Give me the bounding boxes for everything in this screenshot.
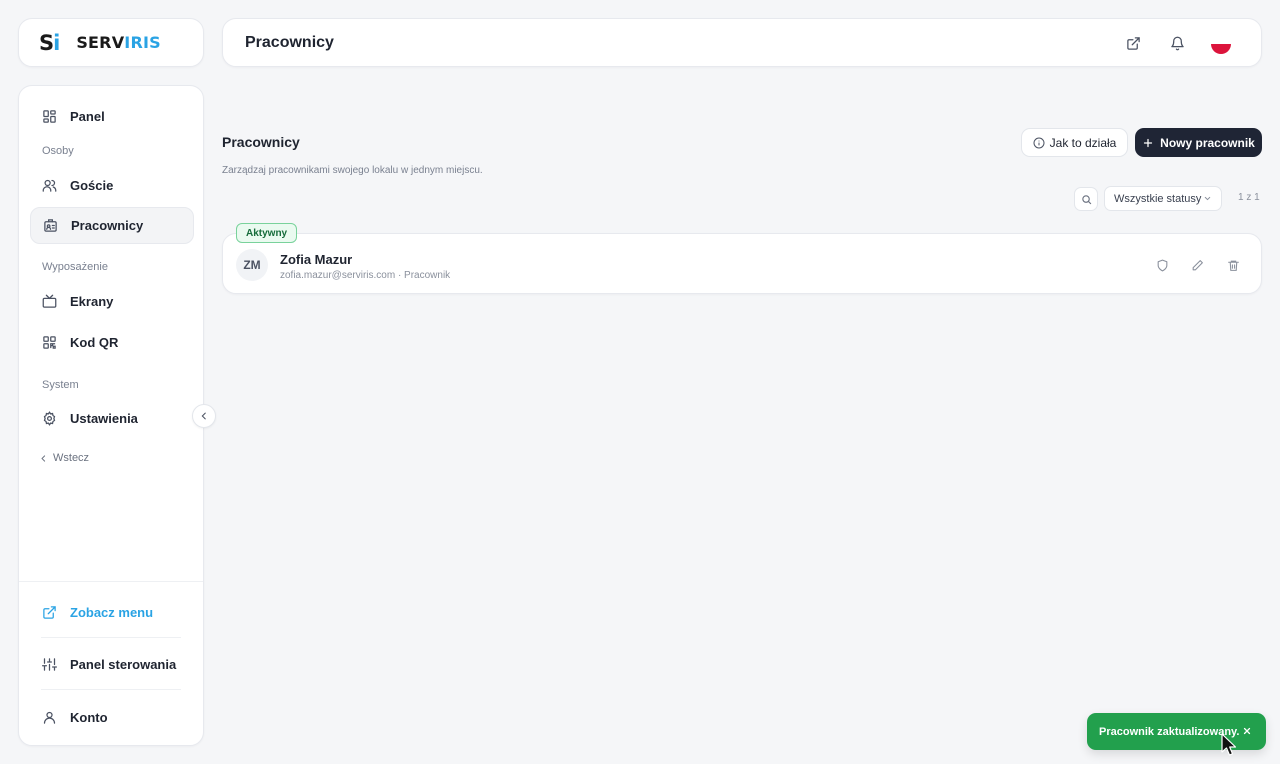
sidebar-divider bbox=[19, 581, 203, 582]
back-link-label: Wstecz bbox=[53, 452, 90, 464]
tv-icon bbox=[41, 294, 57, 310]
sidebar-item-settings[interactable]: Ustawienia bbox=[30, 400, 194, 437]
brand-name: SERVIRIS bbox=[76, 33, 161, 52]
mouse-cursor-icon bbox=[1221, 733, 1237, 756]
sidebar-item-label: Zobacz menu bbox=[70, 605, 154, 620]
pagination-info: 1 z 1 bbox=[1238, 192, 1260, 203]
sidebar-divider bbox=[41, 637, 181, 638]
back-link[interactable]: Wstecz bbox=[39, 452, 89, 464]
gear-icon bbox=[41, 411, 57, 427]
trash-icon[interactable] bbox=[1224, 256, 1242, 274]
sidebar-item-guests[interactable]: Goście bbox=[30, 167, 194, 204]
sidebar-item-label: Konto bbox=[70, 710, 108, 725]
search-button[interactable] bbox=[1074, 187, 1098, 211]
status-badge: Aktywny bbox=[236, 223, 298, 243]
dashboard-grid-icon bbox=[41, 109, 57, 125]
sidebar-item-label: Pracownicy bbox=[71, 218, 144, 233]
logo-mark: Si bbox=[39, 30, 60, 55]
employee-row[interactable]: ZM Zofia Mazur zofia.mazur@serviris.com … bbox=[222, 233, 1262, 294]
sidebar-item-label: Panel bbox=[70, 109, 105, 124]
search-icon bbox=[1081, 194, 1092, 205]
logo[interactable]: Si SERVIRIS bbox=[18, 18, 204, 67]
sidebar-collapse-button[interactable] bbox=[192, 404, 216, 428]
employee-meta: zofia.mazur@serviris.com · Pracownik bbox=[280, 270, 451, 281]
chevron-down-icon bbox=[1203, 194, 1212, 203]
header-title: Pracownicy bbox=[245, 33, 334, 51]
success-toast: Pracownik zaktualizowany. bbox=[1087, 713, 1266, 750]
sidebar-item-view-menu[interactable]: Zobacz menu bbox=[30, 594, 194, 631]
new-employee-label: Nowy pracownik bbox=[1160, 135, 1255, 150]
sidebar-item-control-panel[interactable]: Panel sterowania bbox=[30, 646, 194, 683]
section-label-system: System bbox=[42, 379, 79, 391]
sidebar: Panel Osoby Goście Pracownicy Wyposażeni… bbox=[18, 85, 204, 746]
how-it-works-button[interactable]: Jak to działa bbox=[1021, 128, 1128, 157]
sidebar-item-account[interactable]: Konto bbox=[30, 699, 194, 736]
new-employee-button[interactable]: Nowy pracownik bbox=[1135, 128, 1262, 157]
language-flag-pl-icon[interactable] bbox=[1211, 34, 1231, 54]
page-subtitle: Zarządzaj pracownikami swojego lokalu w … bbox=[222, 165, 483, 176]
id-card-icon bbox=[42, 218, 58, 234]
sidebar-item-label: Ustawienia bbox=[70, 411, 138, 426]
sidebar-item-label: Kod QR bbox=[70, 335, 119, 350]
sidebar-item-employees[interactable]: Pracownicy bbox=[30, 207, 194, 244]
qr-code-icon bbox=[41, 335, 57, 351]
sidebar-item-screens[interactable]: Ekrany bbox=[30, 283, 194, 320]
bell-icon[interactable] bbox=[1167, 33, 1187, 53]
employee-name: Zofia Mazur bbox=[280, 252, 353, 267]
page-title: Pracownicy bbox=[222, 134, 300, 150]
user-icon bbox=[41, 710, 57, 726]
sidebar-item-qr-code[interactable]: Kod QR bbox=[30, 324, 194, 361]
status-filter-select[interactable]: Wszystkie statusy bbox=[1104, 186, 1222, 211]
toast-message: Pracownik zaktualizowany. bbox=[1099, 725, 1240, 738]
sidebar-item-label: Goście bbox=[70, 178, 114, 193]
users-icon bbox=[41, 178, 57, 194]
plus-icon bbox=[1142, 137, 1154, 149]
sidebar-item-panel[interactable]: Panel bbox=[30, 98, 194, 135]
sidebar-item-label: Panel sterowania bbox=[70, 657, 177, 672]
info-icon bbox=[1033, 137, 1045, 149]
section-label-equipment: Wyposażenie bbox=[42, 261, 108, 273]
shield-icon[interactable] bbox=[1153, 256, 1171, 274]
external-link-icon bbox=[41, 605, 57, 621]
sidebar-item-label: Ekrany bbox=[70, 294, 114, 309]
status-filter-value: Wszystkie statusy bbox=[1114, 192, 1202, 205]
external-link-icon[interactable] bbox=[1123, 33, 1143, 53]
top-header: Pracownicy bbox=[222, 18, 1262, 67]
section-label-people: Osoby bbox=[42, 145, 74, 157]
chevron-left-icon bbox=[39, 454, 48, 463]
how-it-works-label: Jak to działa bbox=[1049, 135, 1117, 150]
chevron-left-icon bbox=[199, 411, 209, 421]
pencil-icon[interactable] bbox=[1188, 256, 1206, 274]
sliders-icon bbox=[41, 657, 57, 673]
avatar: ZM bbox=[236, 249, 268, 281]
close-icon[interactable] bbox=[1240, 724, 1254, 738]
sidebar-divider bbox=[41, 689, 181, 690]
